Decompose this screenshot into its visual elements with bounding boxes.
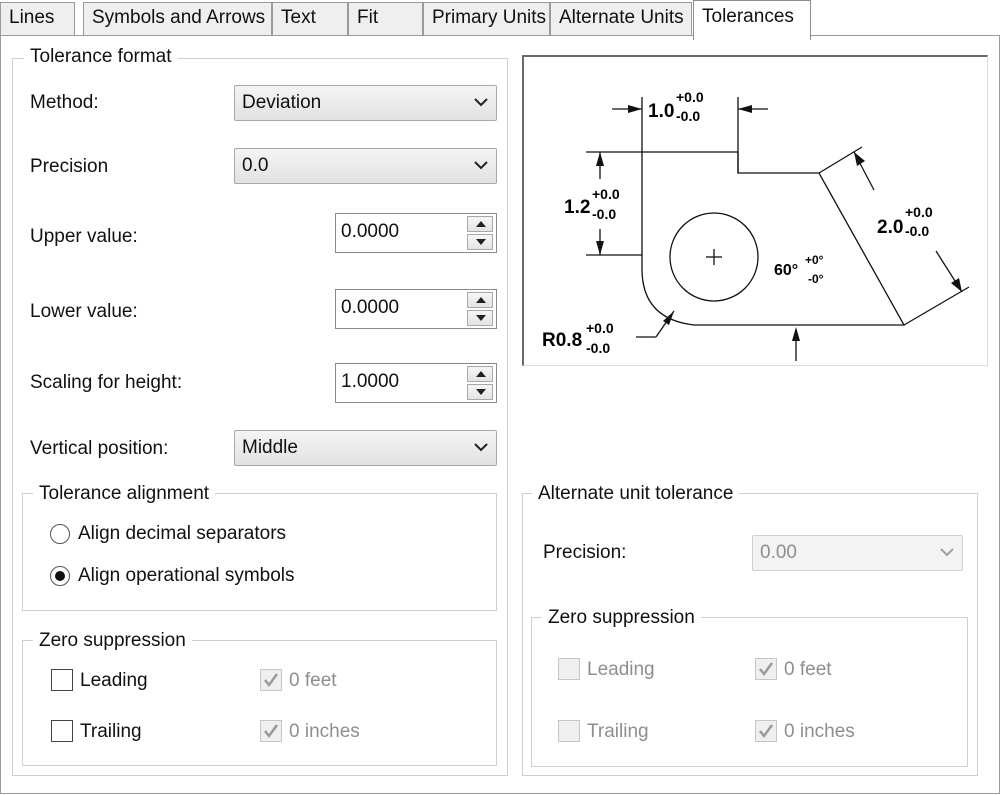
alt-precision-dropdown[interactable]: 0.00 <box>752 535 963 571</box>
lower-value-down-button[interactable] <box>467 310 493 326</box>
tab-text[interactable]: Text <box>272 2 348 36</box>
dim-angle-value: 60° <box>774 262 798 279</box>
align-decimal-label[interactable]: Align decimal separators <box>78 523 286 545</box>
tab-symbols-and-arrows[interactable]: Symbols and Arrows <box>83 2 272 36</box>
alt-precision-label: Precision: <box>543 542 627 563</box>
checkmark-icon <box>759 724 774 739</box>
scaling-text: 1.0000 <box>341 371 400 392</box>
scaling-input[interactable]: 1.0000 <box>335 363 497 403</box>
upper-value-up-button[interactable] <box>467 216 493 232</box>
lower-value-text: 0.0000 <box>341 297 400 318</box>
vertical-position-value: Middle <box>242 437 298 458</box>
dim-top-plus: +0.0 <box>676 89 704 105</box>
tab-alternate-units[interactable]: Alternate Units <box>550 2 692 36</box>
tolerance-alignment-title: Tolerance alignment <box>33 483 216 505</box>
alt-inches-label: 0 inches <box>784 721 855 742</box>
zero-suppression-title: Zero suppression <box>33 630 192 652</box>
arrow-up-icon <box>476 297 486 303</box>
tolerance-preview: 1.0 +0.0 -0.0 1.2 +0.0 -0.0 2.0 +0.0 -0.… <box>522 55 988 366</box>
tab-tolerances[interactable]: Tolerances <box>693 0 811 40</box>
lower-value-up-button[interactable] <box>467 292 493 308</box>
tab-primary-units[interactable]: Primary Units <box>423 2 550 36</box>
dim-radius-plus: +0.0 <box>586 320 614 336</box>
vertical-position-label: Vertical position: <box>30 438 169 459</box>
scaling-label: Scaling for height: <box>30 372 183 393</box>
checkmark-icon <box>759 662 774 677</box>
chevron-down-icon <box>940 548 954 557</box>
align-operational-radio[interactable] <box>50 566 70 586</box>
tab-lines[interactable]: Lines <box>0 2 75 36</box>
upper-value-label: Upper value: <box>30 226 138 247</box>
lower-value-label: Lower value: <box>30 301 138 322</box>
scaling-up-button[interactable] <box>467 366 493 382</box>
dim-right-value: 2.0 <box>877 217 903 238</box>
dim-left-value: 1.2 <box>564 197 590 218</box>
alt-feet-label: 0 feet <box>784 659 832 680</box>
precision-dropdown[interactable]: 0.0 <box>234 148 497 184</box>
alt-feet-checkbox[interactable] <box>755 658 777 680</box>
align-operational-label[interactable]: Align operational symbols <box>78 565 295 587</box>
dim-angle-minus: -0° <box>808 272 824 286</box>
alt-leading-checkbox[interactable] <box>558 658 580 680</box>
arrow-up-icon <box>476 221 486 227</box>
vertical-position-dropdown[interactable]: Middle <box>234 430 497 466</box>
chevron-down-icon <box>474 98 488 107</box>
alt-inches-checkbox[interactable] <box>755 720 777 742</box>
dim-radius-value: R0.8 <box>542 330 582 351</box>
alt-precision-value: 0.00 <box>760 542 797 563</box>
dim-angle-plus: +0° <box>805 253 824 267</box>
method-label: Method: <box>30 92 99 113</box>
alt-trailing-checkbox[interactable] <box>558 720 580 742</box>
leading-label[interactable]: Leading <box>80 670 148 692</box>
feet-label: 0 feet <box>289 670 337 691</box>
leading-checkbox[interactable] <box>51 669 73 691</box>
alt-zero-suppression-group <box>531 617 968 767</box>
precision-label: Precision <box>30 156 109 177</box>
inches-checkbox[interactable] <box>260 720 282 742</box>
trailing-checkbox[interactable] <box>51 720 73 742</box>
upper-value-text: 0.0000 <box>341 221 400 242</box>
dim-right-minus: -0.0 <box>905 223 929 239</box>
method-value: Deviation <box>242 92 322 113</box>
precision-value: 0.0 <box>242 155 269 176</box>
tolerance-alignment-group <box>22 493 497 611</box>
upper-value-input[interactable]: 0.0000 <box>335 213 497 253</box>
upper-value-down-button[interactable] <box>467 234 493 250</box>
dim-left-plus: +0.0 <box>592 186 620 202</box>
method-dropdown[interactable]: Deviation <box>234 85 497 121</box>
dim-left-minus: -0.0 <box>592 206 616 222</box>
tab-strip-border <box>0 35 1000 36</box>
dim-right-plus: +0.0 <box>905 204 933 220</box>
tab-fit[interactable]: Fit <box>348 2 423 36</box>
dim-top-minus: -0.0 <box>676 108 700 124</box>
alt-trailing-label: Trailing <box>587 721 649 742</box>
arrow-down-icon <box>476 315 486 321</box>
checkmark-icon <box>264 673 279 688</box>
alt-zero-suppression-title: Zero suppression <box>542 607 701 629</box>
alternate-unit-tolerance-title: Alternate unit tolerance <box>532 483 740 505</box>
lower-value-input[interactable]: 0.0000 <box>335 289 497 329</box>
arrow-down-icon <box>476 239 486 245</box>
checkmark-icon <box>264 724 279 739</box>
inches-label: 0 inches <box>289 721 360 742</box>
alt-leading-label: Leading <box>587 659 655 680</box>
feet-checkbox[interactable] <box>260 669 282 691</box>
chevron-down-icon <box>474 443 488 452</box>
chevron-down-icon <box>474 161 488 170</box>
preview-drawing: 1.0 +0.0 -0.0 1.2 +0.0 -0.0 2.0 +0.0 -0.… <box>542 89 970 361</box>
dim-top-value: 1.0 <box>648 101 674 122</box>
dim-radius-minus: -0.0 <box>586 340 610 356</box>
align-decimal-radio[interactable] <box>50 524 70 544</box>
arrow-up-icon <box>476 371 486 377</box>
trailing-label[interactable]: Trailing <box>80 721 142 743</box>
zero-suppression-group <box>22 640 497 766</box>
scaling-down-button[interactable] <box>467 384 493 400</box>
tolerance-format-title: Tolerance format <box>24 46 178 68</box>
arrow-down-icon <box>476 389 486 395</box>
